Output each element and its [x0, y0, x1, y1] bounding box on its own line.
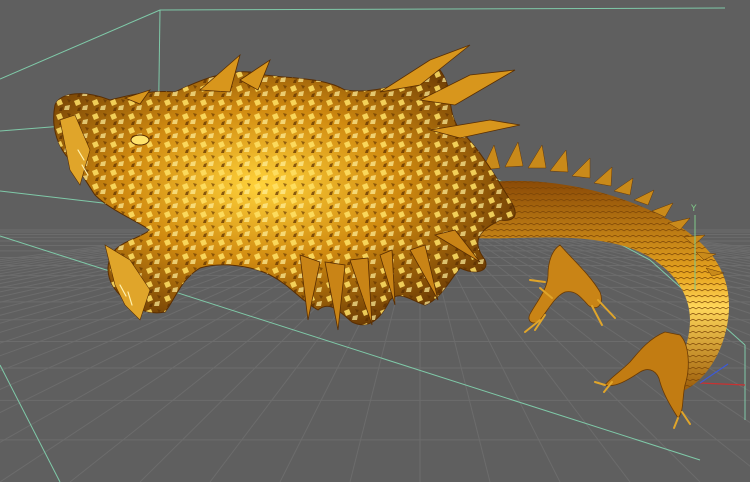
viewport-canvas[interactable]: Y — [0, 0, 750, 482]
dragon-hind-leg — [604, 331, 689, 419]
3d-viewport[interactable]: Y — [0, 0, 750, 482]
axis-y-label: Y — [690, 204, 697, 214]
dragon-eye — [130, 134, 150, 146]
dragon-model[interactable] — [53, 44, 730, 429]
